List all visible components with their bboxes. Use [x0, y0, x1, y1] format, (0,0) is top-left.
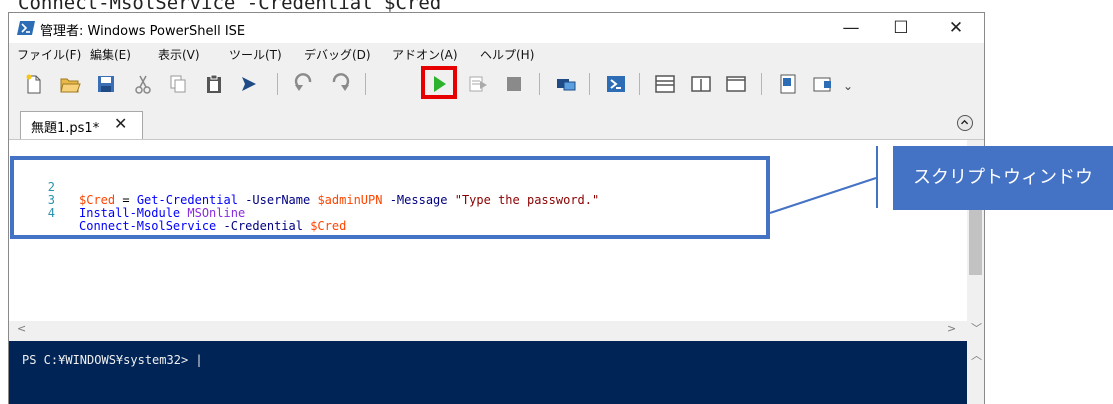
show-script-right-icon[interactable]: [690, 73, 712, 95]
toolbar-separator: [365, 73, 366, 95]
close-button[interactable]: ✕: [936, 17, 976, 39]
toolbar-separator: [539, 73, 540, 95]
window-title: 管理者: Windows PowerShell ISE: [40, 24, 246, 39]
open-folder-icon[interactable]: [59, 73, 81, 95]
menu-addons[interactable]: アドオン(A): [392, 46, 458, 63]
cut-icon[interactable]: [132, 73, 154, 95]
powershell-prompt-icon[interactable]: [238, 73, 260, 95]
toolbar-overflow-icon[interactable]: ⌄: [843, 79, 853, 93]
console-vertical-scrollbar[interactable]: ︿: [967, 341, 984, 404]
run-selection-icon[interactable]: [467, 73, 489, 95]
script-pane-annotation-box: [10, 156, 770, 239]
redo-icon[interactable]: [329, 73, 351, 95]
run-button-highlight-box: [421, 66, 457, 99]
powershell-ise-app-icon: [17, 21, 35, 35]
menu-file[interactable]: ファイル(F): [17, 46, 81, 63]
menu-edit[interactable]: 編集(E): [90, 46, 131, 63]
undo-icon[interactable]: [293, 73, 315, 95]
console-prompt: PS C:¥WINDOWS¥system32> |: [22, 353, 203, 367]
show-script-top-icon[interactable]: [654, 73, 676, 95]
maximize-button[interactable]: ☐: [881, 17, 921, 39]
start-powershell-icon[interactable]: [605, 73, 627, 95]
new-file-icon[interactable]: [23, 73, 45, 95]
paste-icon[interactable]: [203, 73, 225, 95]
console-pane[interactable]: PS C:¥WINDOWS¥system32> |: [9, 341, 967, 404]
menu-tools[interactable]: ツール(T): [229, 46, 282, 63]
annotation-tick: [876, 146, 878, 208]
menu-bar: ファイル(F) 編集(E) 表示(V) ツール(T) デバッグ(D) アドオン(…: [9, 43, 984, 65]
copy-icon[interactable]: [167, 73, 189, 95]
scroll-left-arrow-icon[interactable]: <: [17, 322, 26, 335]
toolbar-separator: [639, 73, 640, 95]
toolbar-separator: [761, 73, 762, 95]
tab-close-icon[interactable]: ✕: [114, 114, 127, 133]
show-script-maximized-icon[interactable]: [725, 73, 747, 95]
annotation-label: スクリプトウィンドウ: [893, 146, 1113, 210]
show-command-icon[interactable]: [777, 73, 799, 95]
toolbar: ⌄: [9, 65, 984, 101]
scroll-right-arrow-icon[interactable]: >: [947, 322, 956, 335]
stop-icon[interactable]: [503, 73, 525, 95]
menu-debug[interactable]: デバッグ(D): [304, 46, 371, 63]
toolbar-separator: [589, 73, 590, 95]
tab-strip: 無題1.ps1* ✕: [9, 101, 984, 139]
scroll-up-arrow-icon[interactable]: ︿: [971, 347, 982, 363]
save-icon[interactable]: [95, 73, 117, 95]
tab-label: 無題1.ps1*: [31, 121, 100, 136]
scroll-down-arrow-icon[interactable]: ﹀: [971, 320, 982, 336]
script-horizontal-scrollbar[interactable]: < >: [9, 321, 967, 338]
show-addon-icon[interactable]: [812, 73, 834, 95]
menu-view[interactable]: 表示(V): [158, 46, 200, 63]
remote-powershell-icon[interactable]: [555, 73, 577, 95]
collapse-script-pane-icon[interactable]: [957, 115, 973, 131]
tab-untitled1[interactable]: 無題1.ps1* ✕: [20, 111, 143, 139]
minimize-button[interactable]: —: [831, 17, 871, 39]
title-bar: 管理者: Windows PowerShell ISE — ☐ ✕: [9, 13, 984, 43]
toolbar-separator: [277, 73, 278, 95]
menu-help[interactable]: ヘルプ(H): [480, 46, 534, 63]
